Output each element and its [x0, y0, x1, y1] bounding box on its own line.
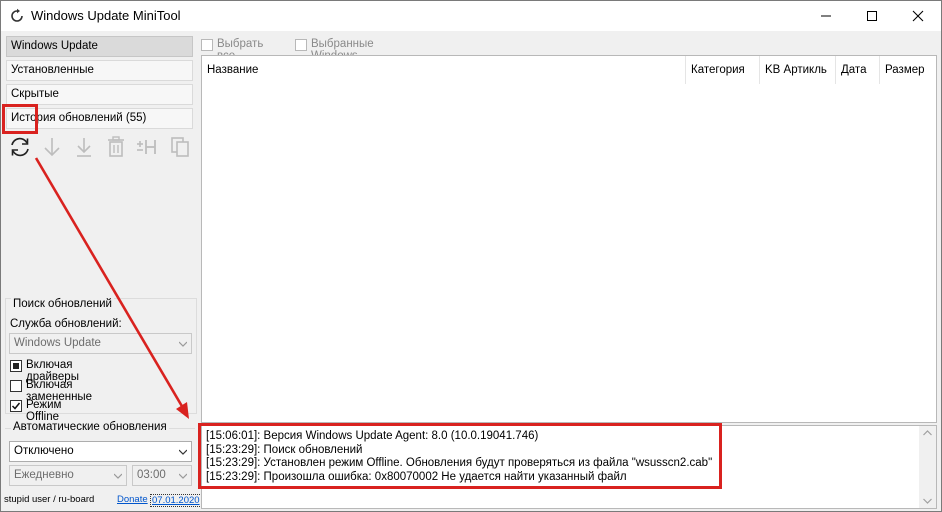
close-icon: [912, 10, 924, 22]
install-arrow-icon: [77, 138, 91, 157]
log-scrollbar[interactable]: [919, 426, 936, 508]
window-title: Windows Update MiniTool: [31, 8, 181, 23]
nav-windows-update[interactable]: Windows Update: [6, 36, 193, 57]
column-date[interactable]: Дата: [836, 56, 880, 84]
column-kb[interactable]: KB Артикль: [760, 56, 836, 84]
log-highlight-box: [198, 423, 722, 489]
nav-installed[interactable]: Установленные: [6, 60, 193, 81]
checkbox-checked: [10, 400, 22, 412]
install-button[interactable]: [71, 134, 97, 160]
close-button[interactable]: [895, 1, 941, 31]
maximize-button[interactable]: [849, 1, 895, 31]
chevron-down-icon: [114, 473, 122, 479]
title-bar: Windows Update MiniTool: [1, 1, 941, 31]
chevron-up-icon[interactable]: [923, 430, 932, 436]
hide-icon: [137, 140, 156, 154]
column-name[interactable]: Название: [202, 56, 686, 84]
auto-group-title: Автоматические обновления: [11, 421, 169, 433]
refresh-button[interactable]: [7, 134, 33, 160]
donate-link[interactable]: Donate: [117, 494, 148, 505]
copy-icon: [171, 137, 189, 157]
status-bar: stupid user / ru-board Donate 07.01.2020: [4, 493, 202, 507]
auto-mode-select[interactable]: Отключено: [9, 441, 192, 462]
chevron-down-icon: [179, 449, 187, 455]
version-date-link[interactable]: 07.01.2020: [150, 494, 202, 507]
offline-mode-label: Режим Offline: [26, 399, 62, 423]
minimize-button[interactable]: [803, 1, 849, 31]
schedule-value: Ежедневно: [14, 469, 74, 481]
checkbox-unchecked: [10, 380, 22, 392]
download-arrow-icon: [44, 138, 60, 157]
trash-icon: [108, 136, 124, 157]
minimize-icon: [821, 15, 831, 17]
checkbox-unchecked: [201, 39, 213, 51]
hide-button[interactable]: [135, 134, 161, 160]
search-group-title: Поиск обновлений: [11, 298, 114, 310]
refresh-icon: [11, 137, 29, 157]
download-button[interactable]: [39, 134, 65, 160]
chevron-down-icon[interactable]: [923, 498, 932, 504]
left-panel: Windows Update Установленные Скрытые Ист…: [1, 31, 202, 511]
chevron-down-icon: [179, 473, 187, 479]
service-label: Служба обновлений:: [10, 318, 122, 330]
maximize-icon: [867, 11, 877, 21]
time-select[interactable]: 03:00: [132, 465, 192, 486]
column-size[interactable]: Размер: [880, 56, 930, 84]
updates-list[interactable]: Название Категория KB Артикль Дата Разме…: [201, 55, 937, 423]
checkbox-unchecked: [295, 39, 307, 51]
schedule-select[interactable]: Ежедневно: [9, 465, 127, 486]
delete-button[interactable]: [103, 134, 129, 160]
refresh-highlight-box: [2, 104, 38, 134]
nav-hidden[interactable]: Скрытые: [6, 84, 193, 105]
list-header: Название Категория KB Артикль Дата Разме…: [202, 56, 936, 84]
refresh-icon: [9, 8, 25, 24]
copy-button[interactable]: [167, 134, 193, 160]
checkbox-indeterminate: [10, 360, 22, 372]
service-select[interactable]: Windows Update: [9, 333, 192, 354]
time-value: 03:00: [137, 469, 166, 481]
column-category[interactable]: Категория: [686, 56, 760, 84]
status-user: stupid user / ru-board: [4, 494, 95, 505]
chevron-down-icon: [179, 341, 187, 347]
service-select-value: Windows Update: [14, 337, 101, 349]
auto-mode-value: Отключено: [14, 445, 74, 457]
